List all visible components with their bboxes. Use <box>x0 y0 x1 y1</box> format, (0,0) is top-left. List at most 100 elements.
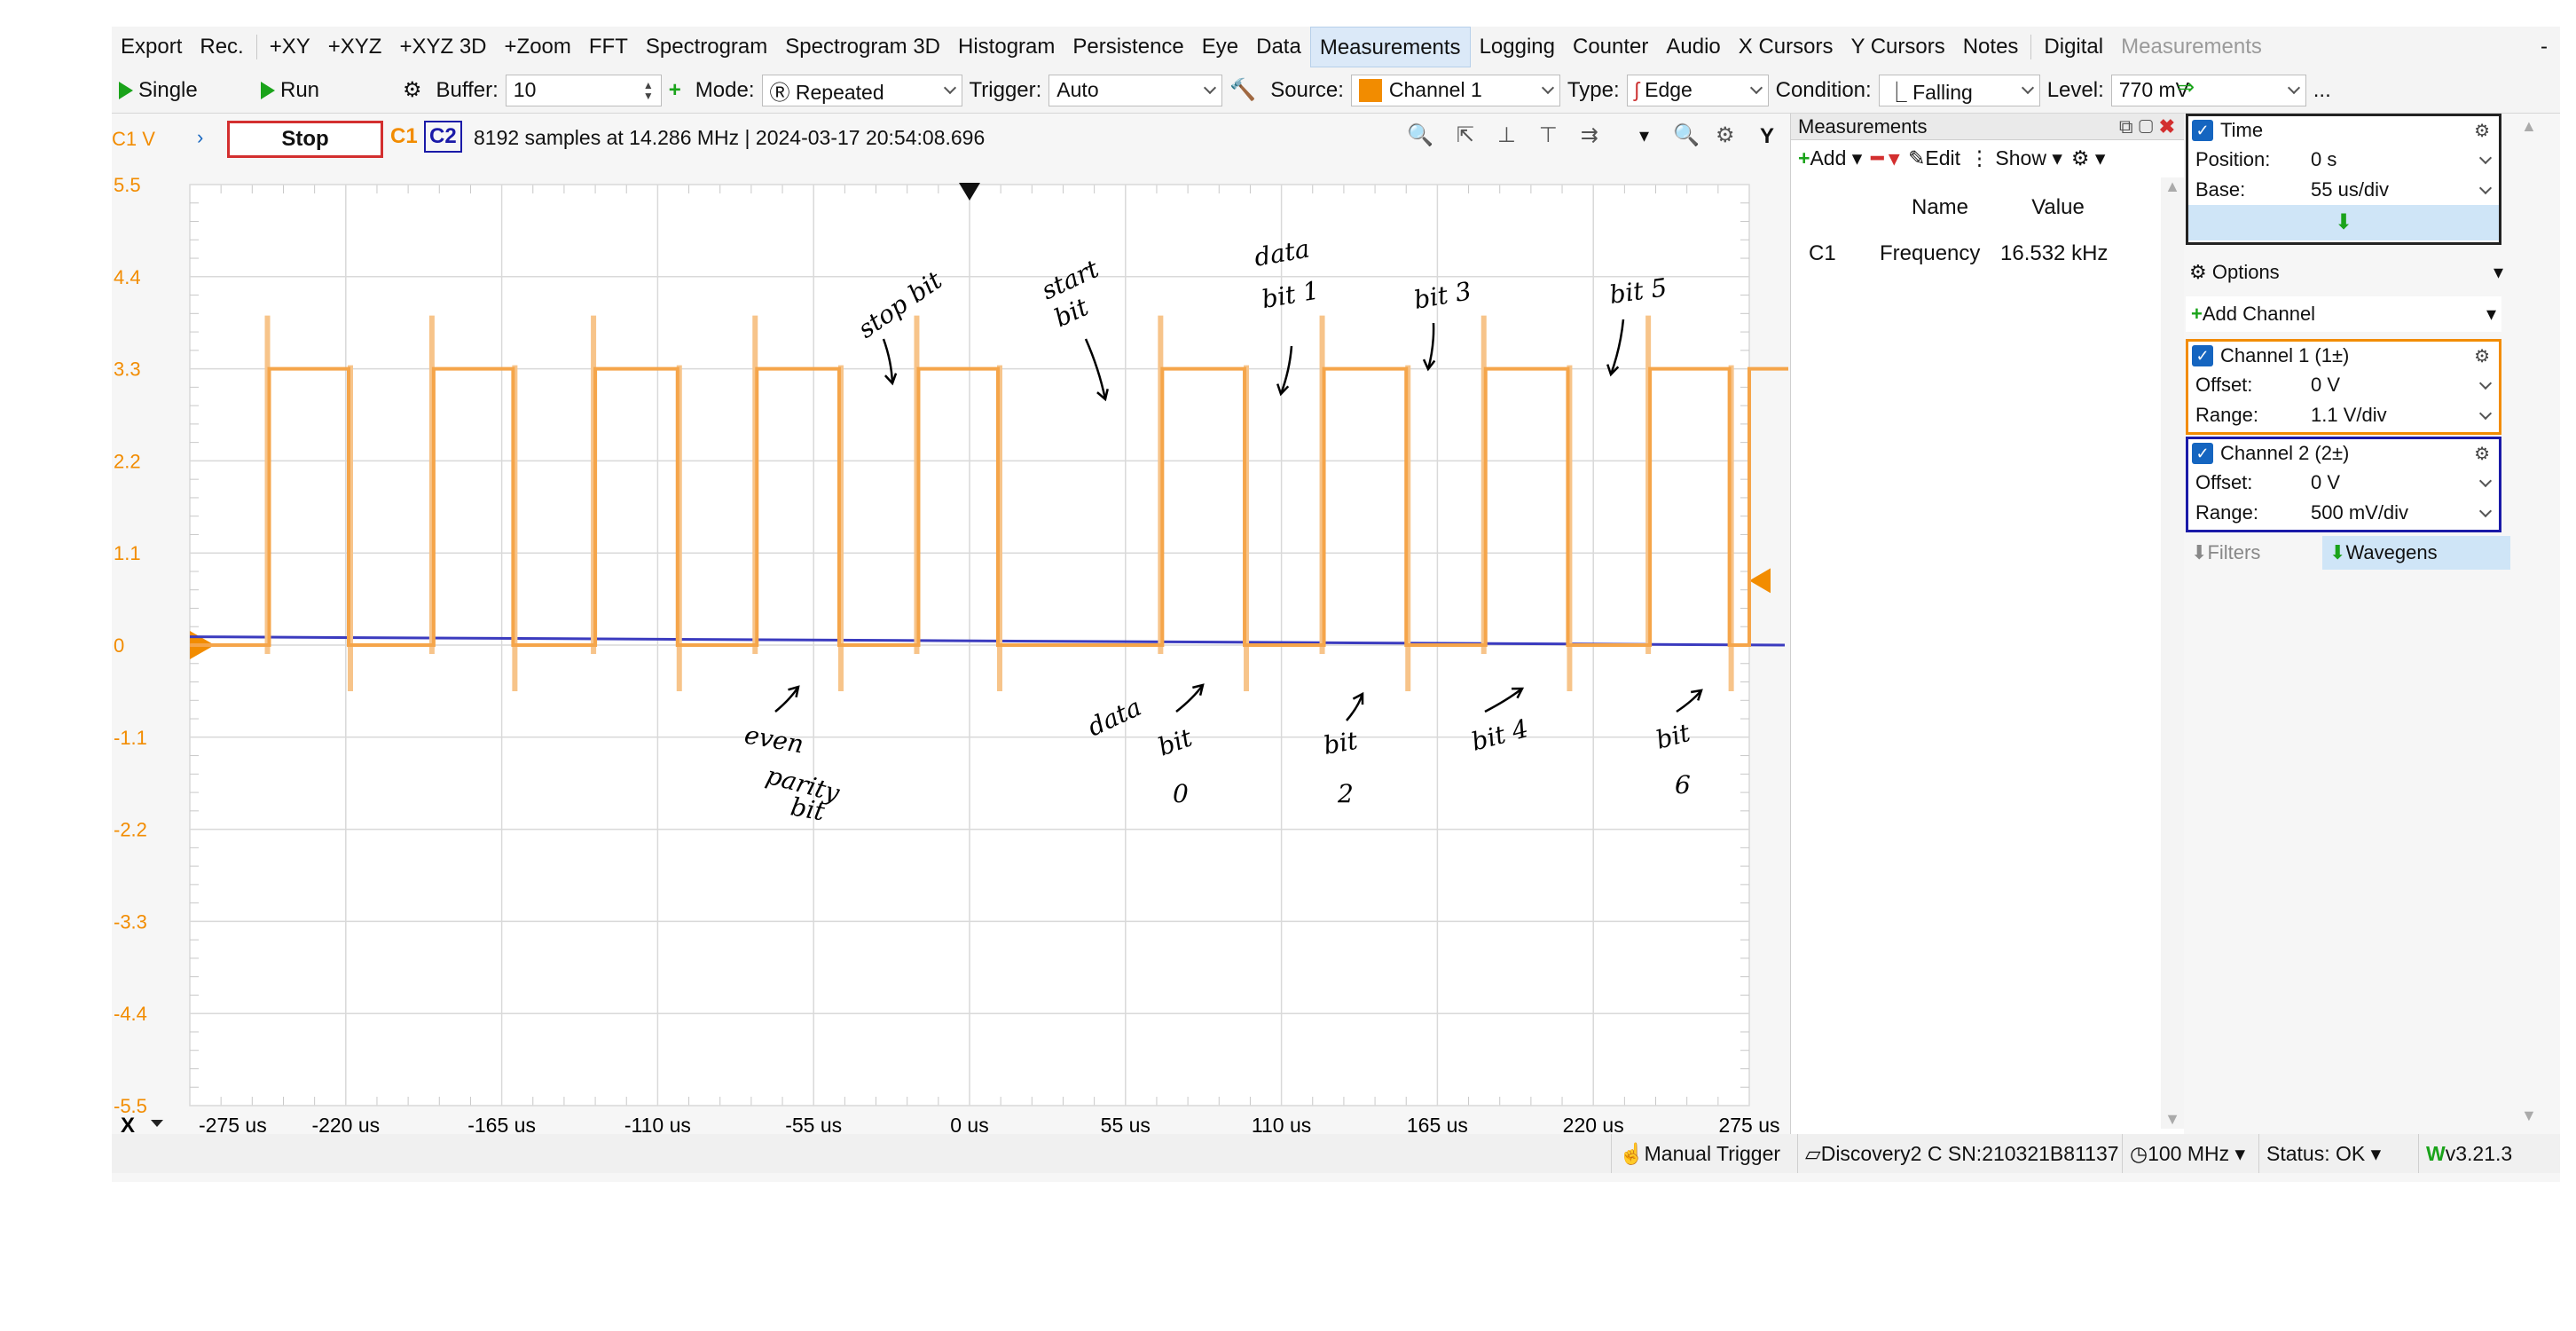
add-measurement-button[interactable]: +Add ▾ <box>1798 146 1862 170</box>
add-channel-button[interactable]: +Add Channel ▾ <box>2186 296 2501 332</box>
time-expand-button[interactable]: ⬇ <box>2188 205 2499 240</box>
y-tick-label: 4.4 <box>114 266 141 288</box>
zoom-settings-icon[interactable]: ⚙ <box>1716 122 1735 148</box>
time-title: Time <box>2220 119 2264 141</box>
base-select[interactable]: 55 us/div <box>2311 178 2499 201</box>
menu-counter[interactable]: Counter <box>1564 27 1657 67</box>
stepper-arrows-icon[interactable]: ▲ ▼ <box>643 80 654 101</box>
trigger-label: Trigger: <box>969 77 1042 102</box>
menu-spectrogram[interactable]: Spectrogram <box>637 27 776 67</box>
y-tick-label: 1.1 <box>114 542 141 564</box>
buffer-value: 10 <box>513 78 537 101</box>
scroll-down-icon[interactable]: ▼ <box>2521 1107 2537 1125</box>
version-label[interactable]: Wv3.21.3 <box>2418 1134 2519 1173</box>
remove-measurement-button[interactable]: ━ ▾ <box>1871 146 1899 170</box>
menu-export[interactable]: Export <box>112 27 191 67</box>
show-button[interactable]: ⋮ Show ▾ <box>1969 146 2062 170</box>
channel-2-header: ✓ Channel 2 (2±) ⚙ <box>2188 439 2499 468</box>
range-select[interactable]: 1.1 V/div <box>2311 404 2499 427</box>
window-controls[interactable]: ⧉ ▢ ✖ <box>2119 114 2175 140</box>
menu-spectrogram-3d[interactable]: Spectrogram 3D <box>776 27 949 67</box>
settings-panel: ⇒ ✓ Time ⚙ Position: 0 s Base: 55 us/div ⬇… <box>2177 75 2541 1134</box>
time-checkbox[interactable]: ✓ <box>2192 120 2213 141</box>
range-select[interactable]: 500 mV/div <box>2311 501 2499 524</box>
more-button[interactable]: ... <box>2306 78 2338 103</box>
add-icon: + <box>2191 303 2203 325</box>
menu-fft[interactable]: FFT <box>580 27 637 67</box>
channel-1-toggle[interactable]: C1 <box>390 124 418 149</box>
menu-x-cursors[interactable]: X Cursors <box>1730 27 1842 67</box>
gear-icon[interactable]: ⚙ <box>2474 120 2490 142</box>
add-icon[interactable]: + <box>662 78 688 103</box>
trigger-mode-icon[interactable]: 🔨 <box>1222 77 1263 103</box>
channel-1-box: ✓ Channel 1 (1±) ⚙ Offset: 0 V Range: 1.1 … <box>2186 339 2501 435</box>
gear-icon[interactable]: ⚙ <box>2474 345 2490 367</box>
trigger-value: Auto <box>1056 78 1099 101</box>
arrow-right-icon[interactable]: ⇒ <box>2177 75 2195 100</box>
mode-select[interactable]: Ⓡ Repeated <box>761 74 962 106</box>
arrow-down-icon: ⬇ <box>2329 541 2346 563</box>
type-select[interactable]: ʃ Edge <box>1626 74 1769 106</box>
edge-icon: ʃ <box>1634 78 1639 101</box>
wavegens-button[interactable]: ⬇Wavegens <box>2322 536 2510 570</box>
channel-1-header: ✓ Channel 1 (1±) ⚙ <box>2188 342 2499 370</box>
menu-xyz3d[interactable]: +XYZ 3D <box>390 27 495 67</box>
menu-histogram[interactable]: Histogram <box>949 27 1064 67</box>
menu-measurements[interactable]: Measurements <box>1309 27 1471 67</box>
buffer-stepper[interactable]: 10 ▲ ▼ <box>505 74 662 106</box>
run-button[interactable]: Run <box>254 73 396 108</box>
menu-y-cursors[interactable]: Y Cursors <box>1842 27 1953 67</box>
measurements-title: Measurements <box>1798 115 1928 138</box>
position-select[interactable]: 0 s <box>2311 148 2499 171</box>
zoom-icon[interactable]: 🔍 <box>1673 122 1700 148</box>
manual-trigger-button[interactable]: ☝Manual Trigger <box>1611 1134 1787 1173</box>
scrollbar[interactable]: ▲ ▼ <box>2161 177 2184 1129</box>
menu-xyz[interactable]: +XYZ <box>319 27 391 67</box>
menu-notes[interactable]: Notes <box>1954 27 2028 67</box>
waveforms-logo-icon: W <box>2426 1142 2446 1165</box>
chevron-down-icon[interactable]: ▾ <box>1639 124 1649 147</box>
channel-2-toggle[interactable]: C2 <box>424 121 462 153</box>
condition-select[interactable]: ⎿ Falling <box>1878 74 2040 106</box>
menu-audio[interactable]: Audio <box>1657 27 1729 67</box>
menu-persistence[interactable]: Persistence <box>1064 27 1192 67</box>
source-select[interactable]: Channel 1 <box>1350 74 1560 106</box>
menu-data[interactable]: Data <box>1247 27 1310 67</box>
chevron-down-icon <box>2478 376 2493 390</box>
single-button[interactable]: Single <box>112 73 254 108</box>
settings-icon[interactable]: ⚙ ▾ <box>2071 146 2106 170</box>
add-icon: + <box>1798 146 1810 169</box>
rate-select[interactable]: ◷100 MHz ▾ <box>2122 1134 2252 1173</box>
menu-minimize[interactable]: - <box>2532 27 2560 67</box>
offset-select[interactable]: 0 V <box>2311 374 2499 397</box>
options-dropdown[interactable]: ⚙ Options ▾ <box>2189 261 2503 284</box>
gear-icon[interactable]: ⚙ <box>2474 443 2490 465</box>
menu-digital[interactable]: Digital <box>2035 27 2112 67</box>
expand-arrow-icon[interactable]: › <box>197 126 203 149</box>
offset-select[interactable]: 0 V <box>2311 471 2499 494</box>
trigger-select[interactable]: Auto <box>1048 74 1223 106</box>
menu-eye[interactable]: Eye <box>1193 27 1247 67</box>
annotation-bit-6-text: 6 <box>1675 770 1691 799</box>
edit-measurement-button[interactable]: ✎Edit <box>1908 146 1960 170</box>
device-info[interactable]: ▱Discovery2 C SN:210321B81137 <box>1797 1134 2126 1173</box>
column-value: Value <box>2031 195 2085 219</box>
channel-1-checkbox[interactable]: ✓ <box>2192 345 2213 366</box>
level-select[interactable]: 770 mV <box>2110 74 2306 106</box>
menu-logging[interactable]: Logging <box>1471 27 1564 67</box>
condition-label: Condition: <box>1775 77 1872 102</box>
filters-button[interactable]: ⬇Filters <box>2191 541 2260 564</box>
oscilloscope-plot[interactable]: 5.54.43.32.21.10-1.1-2.2-3.3-4.4-5.5 X -2… <box>112 161 1788 1138</box>
menu-xy[interactable]: +XY <box>261 27 319 67</box>
status-indicator[interactable]: Status: OK ▾ <box>2258 1134 2388 1173</box>
menu-rec[interactable]: Rec. <box>191 27 252 67</box>
zoom-tools-icon[interactable]: 🔍⇱⊥⊤⇉ <box>1407 122 1622 148</box>
menu-zoom[interactable]: +Zoom <box>496 27 580 67</box>
stop-button[interactable]: Stop <box>227 121 383 158</box>
channel-2-checkbox[interactable]: ✓ <box>2192 443 2213 464</box>
y-axis-button[interactable]: Y <box>1760 124 1774 149</box>
annotation-bit-2-text: bit <box>1321 726 1360 760</box>
annotation-bit-2: 2 <box>1337 779 1354 808</box>
table-row[interactable]: C1 Frequency 16.532 kHz <box>1791 231 2155 277</box>
scroll-up-icon[interactable]: ▲ <box>2521 117 2537 136</box>
